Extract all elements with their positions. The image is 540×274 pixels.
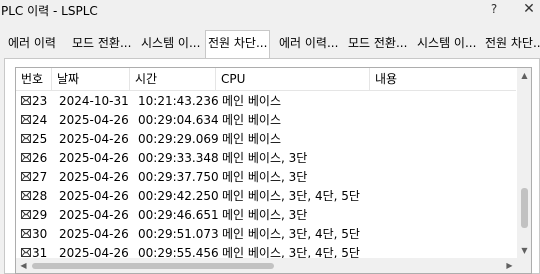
cell-no: 28 bbox=[32, 189, 48, 203]
scrollbar-corner bbox=[517, 258, 531, 273]
tab-error-history[interactable]: 에러 이력 bbox=[6, 31, 58, 57]
mail-icon bbox=[21, 172, 31, 181]
table-row[interactable]: 27 2025-04-26 00:29:37.750 메인 베이스, 3단 bbox=[16, 167, 516, 187]
tab-system-history-2[interactable]: 시스템 이... bbox=[415, 31, 478, 57]
cell-date: 2025-04-26 bbox=[59, 151, 129, 165]
horizontal-scroll-thumb[interactable] bbox=[32, 263, 274, 269]
cell-date: 2025-04-26 bbox=[59, 227, 129, 241]
horizontal-scrollbar[interactable]: ◀ ▶ bbox=[16, 258, 517, 273]
vertical-scroll-thumb[interactable] bbox=[521, 188, 528, 228]
column-header-content[interactable]: 내용 bbox=[370, 68, 516, 91]
mail-icon bbox=[21, 115, 31, 124]
cell-cpu: 메인 베이스 bbox=[222, 132, 282, 146]
column-header-cpu[interactable]: CPU bbox=[216, 68, 370, 91]
tab-error-history-2[interactable]: 에러 이력... bbox=[277, 31, 340, 57]
cell-cpu: 메인 베이스 bbox=[222, 113, 282, 127]
title-bar: PLC 이력 - LSPLC ? ✕ bbox=[0, 0, 540, 22]
cell-cpu: 메인 베이스, 3단, 4단, 5단 bbox=[222, 189, 360, 203]
cell-no: 23 bbox=[32, 94, 48, 108]
cell-no: 24 bbox=[32, 113, 48, 127]
tab-power-off[interactable]: 전원 차단... bbox=[205, 30, 271, 58]
column-header-no[interactable]: 번호 bbox=[16, 68, 52, 91]
table-row[interactable]: 30 2025-04-26 00:29:51.073 메인 베이스, 3단, 4단, … bbox=[16, 224, 516, 244]
cell-date: 2025-04-26 bbox=[59, 208, 129, 222]
cell-date: 2025-04-26 bbox=[59, 189, 129, 203]
cell-date: 2025-04-26 bbox=[59, 113, 129, 127]
cell-no: 27 bbox=[32, 170, 48, 184]
close-button[interactable]: ✕ bbox=[518, 0, 540, 20]
help-button[interactable]: ? bbox=[484, 0, 504, 20]
cell-time: 00:29:42.250 bbox=[138, 189, 219, 203]
cell-cpu: 메인 베이스 bbox=[222, 94, 282, 108]
mail-icon bbox=[21, 153, 31, 162]
cell-time: 00:29:33.348 bbox=[138, 151, 219, 165]
cell-cpu: 메인 베이스, 3단 bbox=[222, 170, 308, 184]
cell-cpu: 메인 베이스, 3단 bbox=[222, 208, 308, 222]
tab-system-history[interactable]: 시스템 이... bbox=[139, 31, 202, 57]
scroll-right-arrow-icon[interactable]: ▶ bbox=[502, 258, 517, 273]
cell-date: 2025-04-26 bbox=[59, 132, 129, 146]
mail-icon bbox=[21, 96, 31, 105]
cell-time: 00:29:46.651 bbox=[138, 208, 219, 222]
scroll-up-arrow-icon[interactable]: ▲ bbox=[517, 68, 531, 83]
cell-time: 00:29:51.073 bbox=[138, 227, 219, 241]
mail-icon bbox=[21, 229, 31, 238]
mail-icon bbox=[21, 191, 31, 200]
table-row[interactable]: 29 2025-04-26 00:29:46.651 메인 베이스, 3단 bbox=[16, 205, 516, 225]
cell-time: 00:29:37.750 bbox=[138, 170, 219, 184]
mail-icon bbox=[21, 210, 31, 219]
cell-no: 26 bbox=[32, 151, 48, 165]
list-header: 번호 날짜 시간 CPU 내용 bbox=[16, 68, 516, 91]
column-header-date[interactable]: 날짜 bbox=[52, 68, 130, 91]
history-list[interactable]: 번호 날짜 시간 CPU 내용 23 2024-10-31 10:21:43.236… bbox=[15, 67, 532, 274]
scroll-left-arrow-icon[interactable]: ◀ bbox=[16, 258, 31, 273]
cell-time: 10:21:43.236 bbox=[138, 94, 219, 108]
table-row[interactable]: 26 2025-04-26 00:29:33.348 메인 베이스, 3단 bbox=[16, 148, 516, 168]
cell-date: 2024-10-31 bbox=[59, 94, 129, 108]
cell-no: 29 bbox=[32, 208, 48, 222]
cell-no: 25 bbox=[32, 132, 48, 146]
window-title: PLC 이력 - LSPLC bbox=[1, 4, 98, 18]
mail-icon bbox=[21, 248, 31, 257]
tab-mode-change-2[interactable]: 모드 전환... bbox=[346, 31, 409, 57]
table-row[interactable]: 28 2025-04-26 00:29:42.250 메인 베이스, 3단, 4단, … bbox=[16, 186, 516, 206]
cell-date: 2025-04-26 bbox=[59, 170, 129, 184]
column-header-time[interactable]: 시간 bbox=[130, 68, 216, 91]
cell-time: 00:29:29.069 bbox=[138, 132, 219, 146]
cell-cpu: 메인 베이스, 3단, 4단, 5단 bbox=[222, 227, 360, 241]
tab-power-off-2[interactable]: 전원 차단... bbox=[483, 31, 540, 57]
vertical-scrollbar[interactable]: ▲ ▼ bbox=[517, 68, 531, 258]
cell-no: 30 bbox=[32, 227, 48, 241]
table-row[interactable]: 25 2025-04-26 00:29:29.069 메인 베이스 bbox=[16, 129, 516, 149]
mail-icon bbox=[21, 134, 31, 143]
scroll-down-arrow-icon[interactable]: ▼ bbox=[517, 243, 531, 258]
cell-cpu: 메인 베이스, 3단 bbox=[222, 151, 308, 165]
table-row[interactable]: 23 2024-10-31 10:21:43.236 메인 베이스 bbox=[16, 91, 516, 111]
cell-time: 00:29:04.634 bbox=[138, 113, 219, 127]
tab-mode-change[interactable]: 모드 전환... bbox=[70, 31, 133, 57]
table-row[interactable]: 24 2025-04-26 00:29:04.634 메인 베이스 bbox=[16, 110, 516, 130]
tab-bar: 에러 이력 모드 전환... 시스템 이... 전원 차단... 에러 이력..… bbox=[0, 30, 540, 58]
